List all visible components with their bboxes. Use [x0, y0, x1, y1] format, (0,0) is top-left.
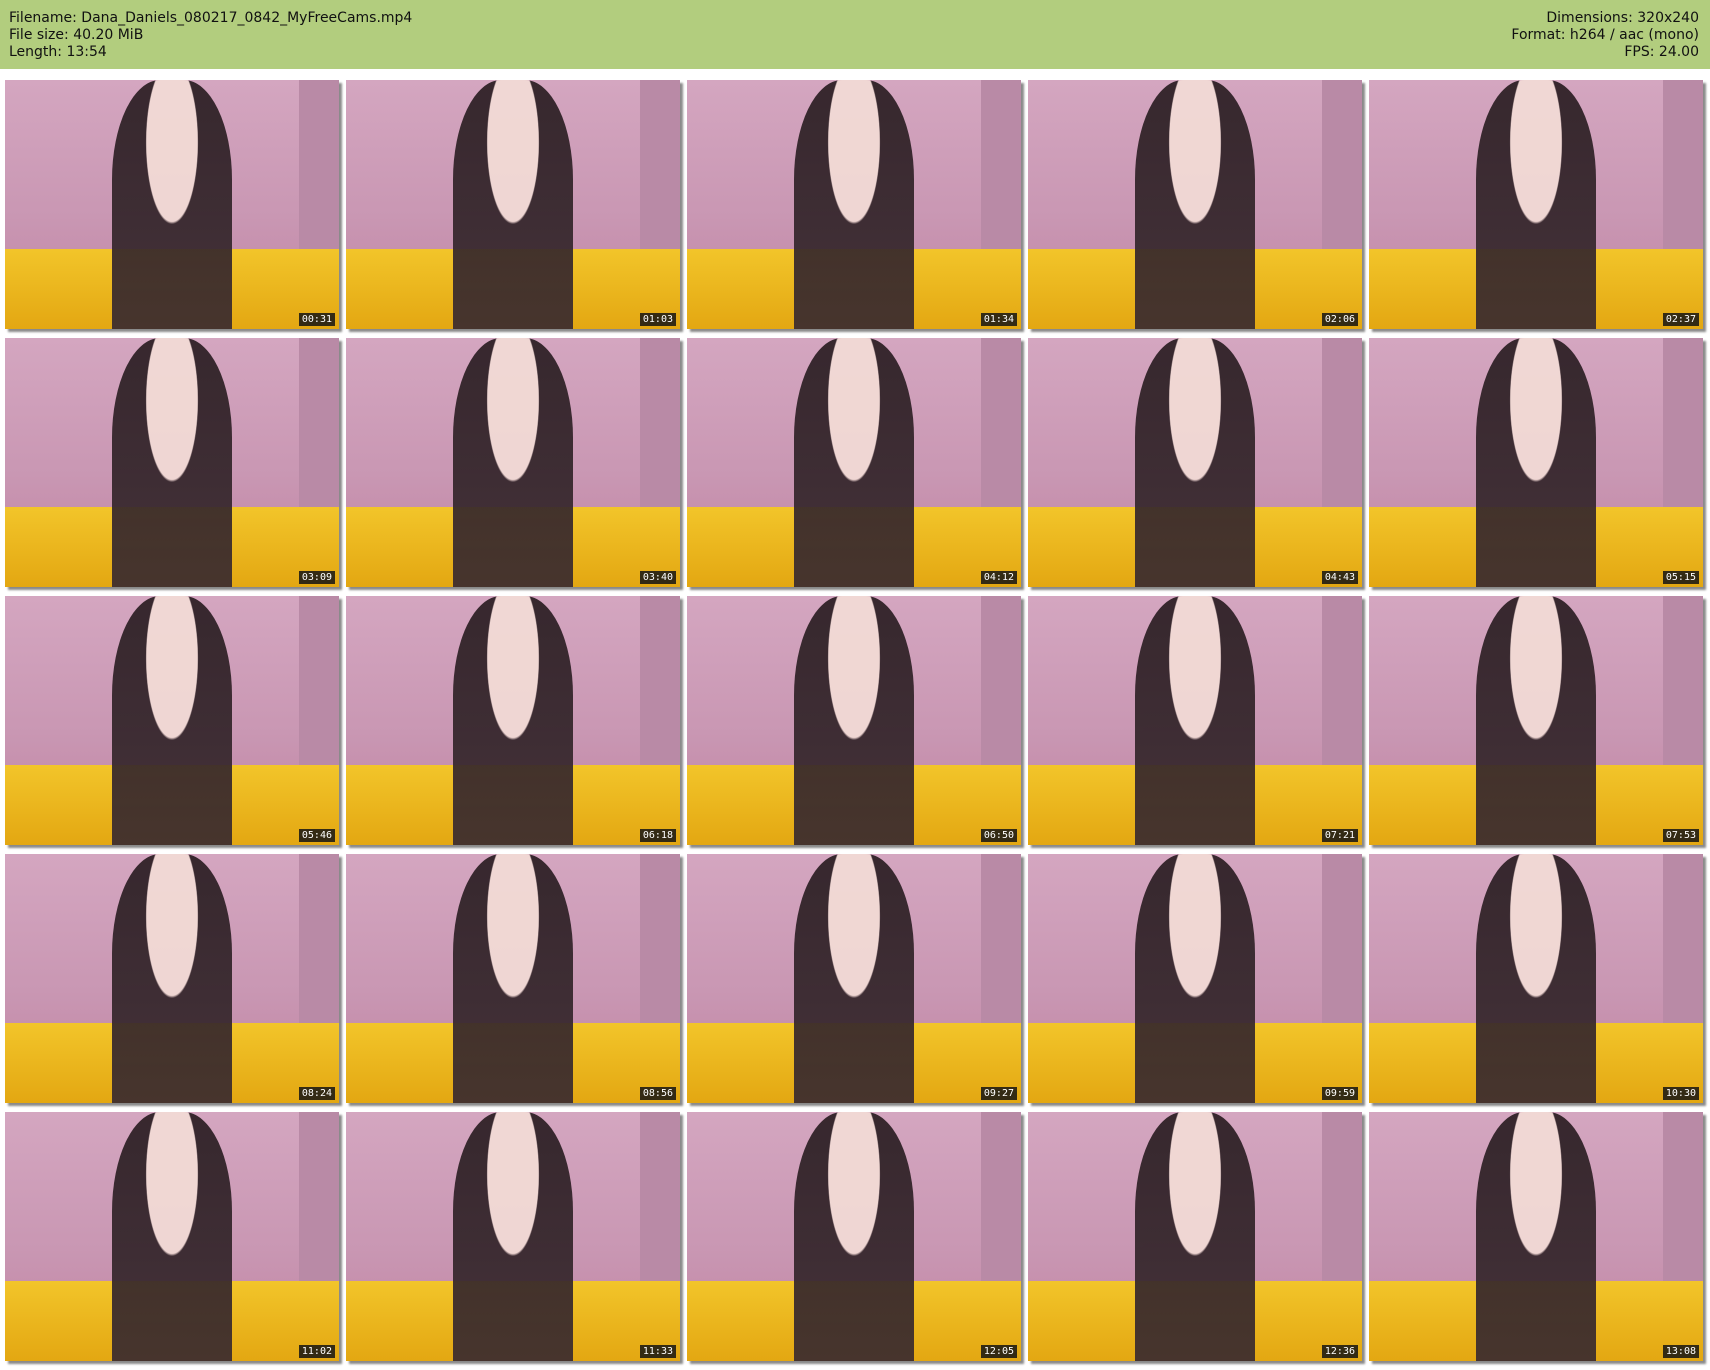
video-frame-thumbnail[interactable]: 05:15 — [1369, 338, 1703, 587]
person-figure — [452, 1112, 574, 1361]
frame-timestamp: 07:21 — [1321, 829, 1358, 842]
person-figure — [452, 854, 574, 1103]
frame-timestamp: 10:30 — [1662, 1087, 1699, 1100]
person-figure — [1134, 338, 1256, 587]
person-figure — [1134, 80, 1256, 329]
video-frame-thumbnail[interactable]: 03:09 — [5, 338, 339, 587]
video-frame-thumbnail[interactable]: 04:43 — [1028, 338, 1362, 587]
video-frame-thumbnail[interactable]: 13:08 — [1369, 1112, 1703, 1361]
format: Format: h264 / aac (mono) — [1511, 27, 1699, 43]
frame-timestamp: 06:18 — [639, 829, 676, 842]
person-figure — [111, 854, 233, 1103]
video-frame-thumbnail[interactable]: 09:27 — [687, 854, 1021, 1103]
frame-timestamp: 06:50 — [980, 829, 1017, 842]
frame-timestamp: 08:24 — [298, 1087, 335, 1100]
person-figure — [452, 338, 574, 587]
frame-timestamp: 08:56 — [639, 1087, 676, 1100]
file-info-right: Dimensions: 320x240 Format: h264 / aac (… — [1511, 10, 1699, 61]
video-frame-thumbnail[interactable]: 06:50 — [687, 596, 1021, 845]
frame-timestamp: 04:12 — [980, 571, 1017, 584]
person-figure — [111, 1112, 233, 1361]
video-frame-thumbnail[interactable]: 11:33 — [346, 1112, 680, 1361]
person-figure — [452, 596, 574, 845]
person-figure — [111, 596, 233, 845]
video-frame-thumbnail[interactable]: 01:34 — [687, 80, 1021, 329]
filename: Filename: Dana_Daniels_080217_0842_MyFre… — [9, 10, 413, 26]
person-figure — [793, 80, 915, 329]
frame-timestamp: 03:09 — [298, 571, 335, 584]
video-frame-thumbnail[interactable]: 02:37 — [1369, 80, 1703, 329]
person-figure — [452, 80, 574, 329]
frame-timestamp: 02:37 — [1662, 313, 1699, 326]
video-frame-thumbnail[interactable]: 12:36 — [1028, 1112, 1362, 1361]
person-figure — [1475, 338, 1597, 587]
video-frame-thumbnail[interactable]: 06:18 — [346, 596, 680, 845]
person-figure — [1134, 854, 1256, 1103]
frame-timestamp: 00:31 — [298, 313, 335, 326]
person-figure — [793, 1112, 915, 1361]
frame-timestamp: 11:33 — [639, 1345, 676, 1358]
person-figure — [1475, 854, 1597, 1103]
fps: FPS: 24.00 — [1624, 44, 1699, 60]
video-frame-thumbnail[interactable]: 04:12 — [687, 338, 1021, 587]
video-frame-thumbnail[interactable]: 01:03 — [346, 80, 680, 329]
frame-timestamp: 11:02 — [298, 1345, 335, 1358]
frame-timestamp: 05:15 — [1662, 571, 1699, 584]
person-figure — [793, 338, 915, 587]
file-info-left: Filename: Dana_Daniels_080217_0842_MyFre… — [9, 10, 412, 61]
person-figure — [793, 854, 915, 1103]
video-frame-thumbnail[interactable]: 08:24 — [5, 854, 339, 1103]
frame-timestamp: 01:34 — [980, 313, 1017, 326]
frame-timestamp: 12:05 — [980, 1345, 1017, 1358]
video-frame-thumbnail[interactable]: 12:05 — [687, 1112, 1021, 1361]
person-figure — [1475, 596, 1597, 845]
video-frame-thumbnail[interactable]: 05:46 — [5, 596, 339, 845]
frame-timestamp: 02:06 — [1321, 313, 1358, 326]
person-figure — [793, 596, 915, 845]
video-frame-thumbnail[interactable]: 02:06 — [1028, 80, 1362, 329]
frame-timestamp: 13:08 — [1662, 1345, 1699, 1358]
person-figure — [1134, 596, 1256, 845]
frame-timestamp: 01:03 — [639, 313, 676, 326]
person-figure — [111, 338, 233, 587]
video-frame-thumbnail[interactable]: 08:56 — [346, 854, 680, 1103]
video-frame-thumbnail[interactable]: 10:30 — [1369, 854, 1703, 1103]
video-frame-thumbnail[interactable]: 07:21 — [1028, 596, 1362, 845]
video-frame-thumbnail[interactable]: 11:02 — [5, 1112, 339, 1361]
person-figure — [1475, 80, 1597, 329]
frame-timestamp: 05:46 — [298, 829, 335, 842]
file-info-header: Filename: Dana_Daniels_080217_0842_MyFre… — [0, 0, 1710, 69]
dimensions: Dimensions: 320x240 — [1546, 10, 1699, 26]
file-size: File size: 40.20 MiB — [9, 27, 144, 43]
length: Length: 13:54 — [9, 44, 107, 60]
person-figure — [1475, 1112, 1597, 1361]
video-frame-thumbnail[interactable]: 03:40 — [346, 338, 680, 587]
frame-timestamp: 07:53 — [1662, 829, 1699, 842]
frame-timestamp: 12:36 — [1321, 1345, 1358, 1358]
video-frame-thumbnail[interactable]: 07:53 — [1369, 596, 1703, 845]
frame-timestamp: 04:43 — [1321, 571, 1358, 584]
video-frame-thumbnail[interactable]: 09:59 — [1028, 854, 1362, 1103]
frame-timestamp: 09:59 — [1321, 1087, 1358, 1100]
video-frame-thumbnail[interactable]: 00:31 — [5, 80, 339, 329]
person-figure — [1134, 1112, 1256, 1361]
frame-timestamp: 09:27 — [980, 1087, 1017, 1100]
frame-timestamp: 03:40 — [639, 571, 676, 584]
person-figure — [111, 80, 233, 329]
